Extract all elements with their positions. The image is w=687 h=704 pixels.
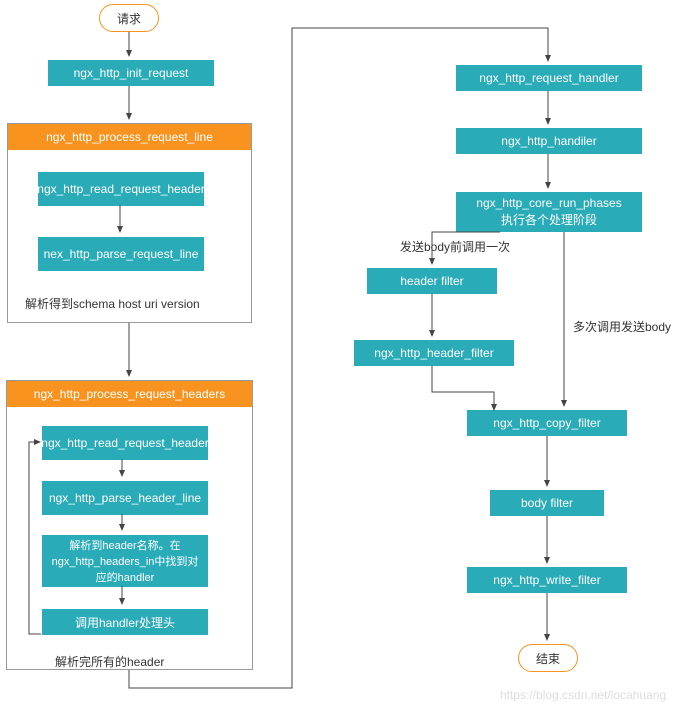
c2-read-header-node: ngx_http_read_request_header [42, 426, 208, 460]
crp-line1: ngx_http_core_run_phases [476, 195, 621, 212]
before-body-label: 发送body前调用一次 [400, 238, 510, 255]
end-terminal: 结束 [518, 644, 578, 672]
c1-read-header-node: ngx_http_read_request_header [38, 172, 204, 206]
init-request-node: ngx_http_init_request [48, 60, 214, 86]
process-request-line-container: ngx_http_process_request_line ngx_http_r… [7, 123, 252, 323]
container2-title: ngx_http_process_request_headers [7, 381, 252, 407]
container1-title: ngx_http_process_request_line [8, 124, 251, 150]
copy-filter-node: ngx_http_copy_filter [467, 410, 627, 436]
body-filter-node: body filter [490, 490, 604, 516]
c1-parse-line-node: nex_http_parse_request_line [38, 237, 204, 271]
c2-call-handler-node: 调用handler处理头 [42, 609, 208, 635]
header-filter-node: header filter [367, 268, 497, 294]
schema-label: 解析得到schema host uri version [25, 295, 240, 312]
multi-body-label: 多次调用发送body [573, 318, 671, 335]
core-run-phases-node: ngx_http_core_run_phases 执行各个处理阶段 [456, 192, 642, 232]
start-terminal: 请求 [99, 4, 159, 32]
crp-line2: 执行各个处理阶段 [501, 212, 597, 229]
write-filter-node: ngx_http_write_filter [467, 567, 627, 593]
c2-parse-header-node: ngx_http_parse_header_line [42, 481, 208, 515]
watermark: https://blog.csdn.net/locahuang [500, 688, 666, 702]
request-handler-node: ngx_http_request_handler [456, 65, 642, 91]
parse-all-header-label: 解析完所有的header [55, 653, 225, 670]
process-request-headers-container: ngx_http_process_request_headers ngx_htt… [6, 380, 253, 670]
http-header-filter-node: ngx_http_header_filter [354, 340, 514, 366]
c2-find-handler-node: 解析到header名称。在ngx_http_headers_in中找到对应的ha… [42, 535, 208, 587]
handiler-node: ngx_http_handiler [456, 128, 642, 154]
